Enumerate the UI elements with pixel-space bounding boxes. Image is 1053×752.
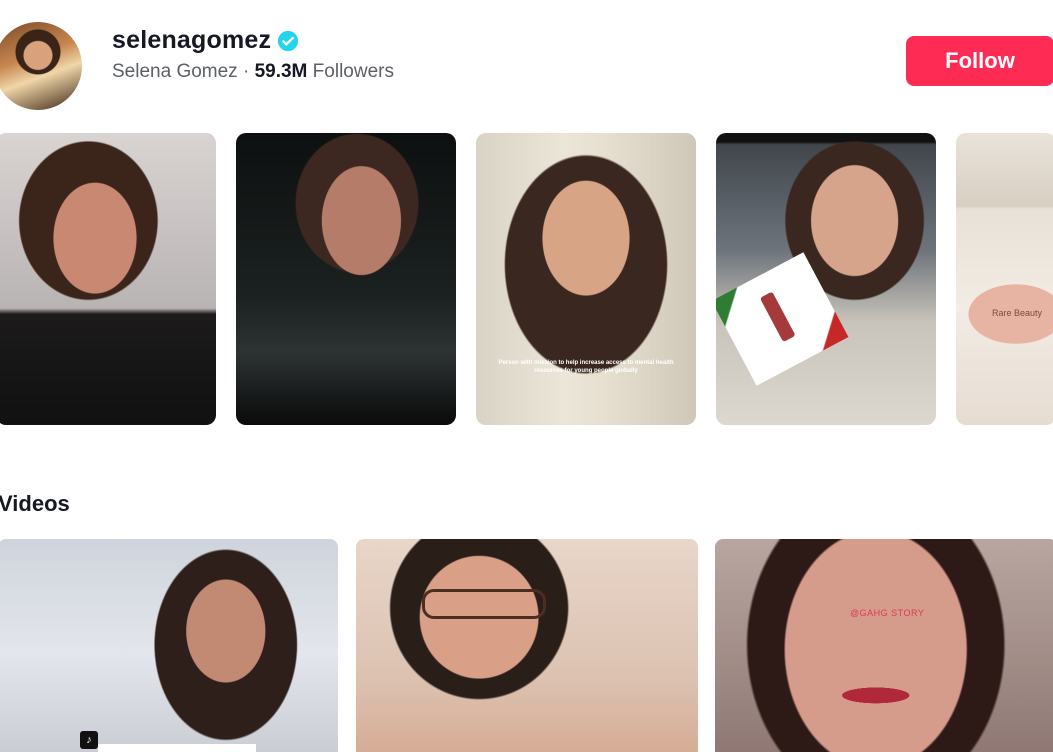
jar-label: Rare Beauty <box>992 308 1043 318</box>
video-overlay-bar <box>98 744 256 752</box>
verified-badge-icon <box>278 30 299 51</box>
video-thumbnail[interactable] <box>356 539 698 752</box>
follow-button[interactable]: Follow <box>906 36 1053 86</box>
profile-subline: Selena Gomez · 59.3M Followers <box>112 61 394 83</box>
product-box-image <box>716 252 849 386</box>
separator-dot: · <box>242 61 250 82</box>
video-watermark: @GAHG STORY <box>850 608 925 618</box>
story-thumbnail[interactable]: Rare Beauty <box>956 133 1053 425</box>
story-thumbnail[interactable] <box>236 133 456 425</box>
followers-label: Followers <box>312 61 394 82</box>
username-row: selenagomez <box>112 26 299 55</box>
display-name: Selena Gomez <box>112 61 238 82</box>
profile-avatar[interactable] <box>0 22 82 110</box>
story-caption: Person with mission to help increase acc… <box>498 360 674 374</box>
story-thumbnail[interactable] <box>0 133 216 425</box>
followers-count: 59.3M <box>254 61 308 82</box>
videos-section-title: Videos <box>0 491 70 516</box>
username[interactable]: selenagomez <box>112 26 271 55</box>
video-thumbnail[interactable]: ♪ <box>0 539 338 752</box>
story-thumbnail[interactable]: Person with mission to help increase acc… <box>476 133 696 425</box>
story-thumbnail[interactable] <box>716 133 936 425</box>
tiktok-logo-icon: ♪ <box>80 731 98 749</box>
glasses-image <box>422 589 546 619</box>
video-thumbnail[interactable]: @GAHG STORY <box>715 539 1053 752</box>
